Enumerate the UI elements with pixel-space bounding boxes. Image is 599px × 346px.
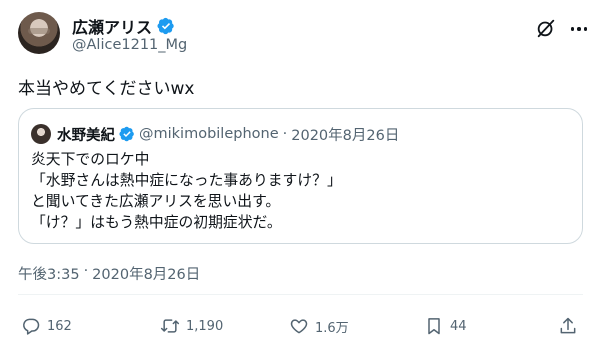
timestamp-separator: · xyxy=(83,263,89,279)
quote-header: 水野美紀 @mikimobilephone · 2020年8月26日 xyxy=(57,123,399,145)
quote-line: 「水野さんは熱中症になった事ありますけ？」 xyxy=(31,172,342,189)
retweet-button[interactable]: 1,190 xyxy=(160,314,223,338)
bookmark-button[interactable]: 44 xyxy=(424,314,467,338)
tweet-time[interactable]: 午後3:35 xyxy=(18,263,80,284)
verified-badge-icon xyxy=(157,17,174,35)
quote-author-avatar[interactable] xyxy=(31,124,51,144)
reply-icon xyxy=(23,318,40,335)
bookmark-icon xyxy=(428,318,440,335)
like-count: 1.6万 xyxy=(315,320,349,336)
tweet-date[interactable]: 2020年8月26日 xyxy=(92,263,200,284)
quote-line: 「け？」はもう熱中症の初期症状だ。 xyxy=(31,214,282,231)
author-avatar[interactable] xyxy=(18,12,60,54)
share-button[interactable] xyxy=(558,314,578,338)
tweet-text: 本当やめてくださいwx xyxy=(18,79,195,99)
quote-tweet-card[interactable]: 水野美紀 @mikimobilephone · 2020年8月26日 炎天下での… xyxy=(18,108,583,244)
grok-icon[interactable] xyxy=(535,17,557,39)
quote-display-name: 水野美紀 xyxy=(57,127,115,144)
quote-line: と聞いてきた広瀬アリスを思い出す。 xyxy=(31,193,281,210)
divider xyxy=(18,294,583,295)
author-display-name[interactable]: 広瀬アリス xyxy=(72,14,152,38)
share-icon xyxy=(560,317,576,334)
quote-body: 炎天下でのロケ中 「水野さんは熱中症になった事ありますけ？」 と聞いてきた広瀬ア… xyxy=(31,149,342,233)
more-icon[interactable] xyxy=(568,18,590,40)
reply-count: 162 xyxy=(47,318,72,334)
verified-badge-icon xyxy=(119,126,134,142)
like-icon xyxy=(290,319,308,334)
author-handle[interactable]: @Alice1211_Mg xyxy=(72,37,187,53)
quote-date: 2020年8月26日 xyxy=(291,127,400,144)
quote-handle: @mikimobilephone xyxy=(139,126,279,142)
reply-button[interactable]: 162 xyxy=(21,314,72,338)
retweet-count: 1,190 xyxy=(186,318,224,334)
author-name-row: 広瀬アリス xyxy=(72,15,175,37)
like-button[interactable]: 1.6万 xyxy=(289,314,349,338)
quote-line: 炎天下でのロケ中 xyxy=(31,151,150,168)
quote-separator: · xyxy=(282,126,288,142)
tweet-timestamp[interactable]: 午後3:35 · 2020年8月26日 xyxy=(18,263,200,284)
retweet-icon xyxy=(160,319,180,333)
bookmark-count: 44 xyxy=(450,318,467,334)
